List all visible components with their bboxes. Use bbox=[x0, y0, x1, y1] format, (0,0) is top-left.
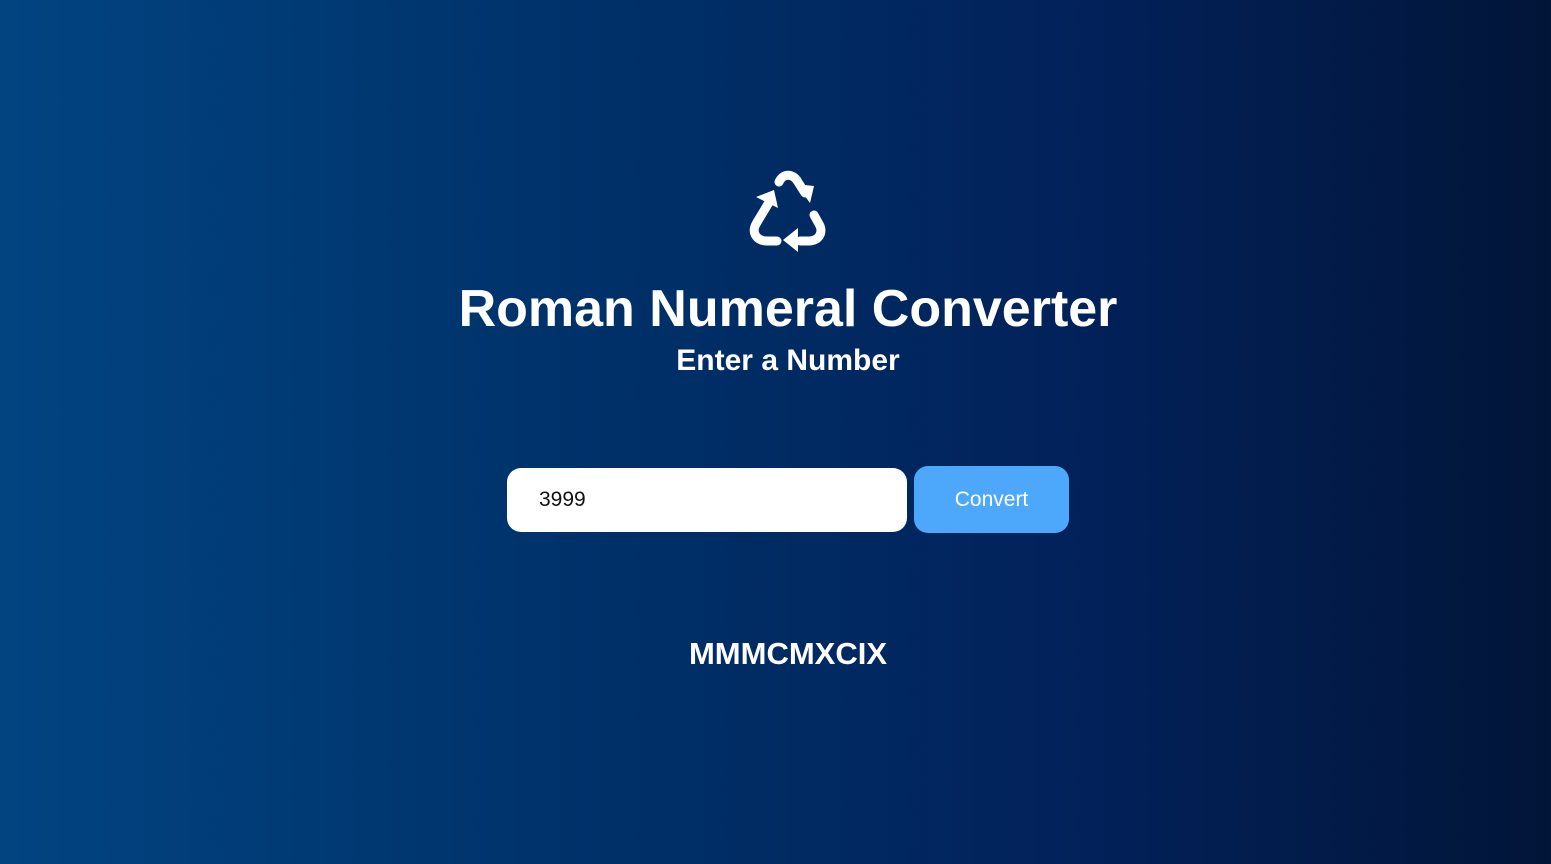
roman-output: MMMCMXCIX bbox=[688, 636, 888, 671]
page-title: Roman Numeral Converter bbox=[458, 280, 1118, 338]
page-subtitle: Enter a Number bbox=[676, 344, 900, 377]
recycle-icon bbox=[749, 170, 826, 252]
number-input[interactable] bbox=[507, 468, 907, 532]
convert-button[interactable]: Convert bbox=[914, 466, 1069, 533]
converter-app: Roman Numeral Converter Enter a Number C… bbox=[0, 0, 1551, 864]
